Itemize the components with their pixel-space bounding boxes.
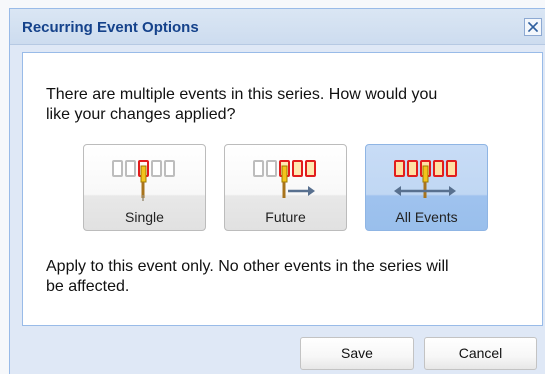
- cancel-button[interactable]: Cancel: [424, 337, 537, 370]
- all-events-option-button[interactable]: All Events: [365, 144, 488, 231]
- prompt-line: There are multiple events in this series…: [46, 86, 438, 103]
- prompt-line: like your changes applied?: [46, 106, 236, 123]
- save-button[interactable]: Save: [300, 337, 414, 370]
- close-button[interactable]: [524, 18, 542, 36]
- single-option-button[interactable]: Single: [83, 144, 206, 231]
- dialog-body: There are multiple events in this series…: [22, 52, 543, 326]
- single-option-label: Single: [125, 209, 164, 225]
- recurrence-prompt: There are multiple events in this series…: [46, 85, 534, 125]
- all-events-option-label: All Events: [395, 209, 458, 225]
- future-option-button[interactable]: Future: [224, 144, 347, 231]
- description-line: be affected.: [46, 278, 130, 295]
- close-icon: [527, 21, 539, 33]
- recurring-event-options-dialog: Recurring Event Options There are multip…: [9, 8, 545, 374]
- dialog-titlebar: Recurring Event Options: [10, 9, 545, 45]
- description-line: Apply to this event only. No other event…: [46, 258, 449, 275]
- dialog-title: Recurring Event Options: [22, 19, 199, 36]
- future-option-label: Future: [265, 209, 306, 225]
- option-description: Apply to this event only. No other event…: [46, 257, 530, 297]
